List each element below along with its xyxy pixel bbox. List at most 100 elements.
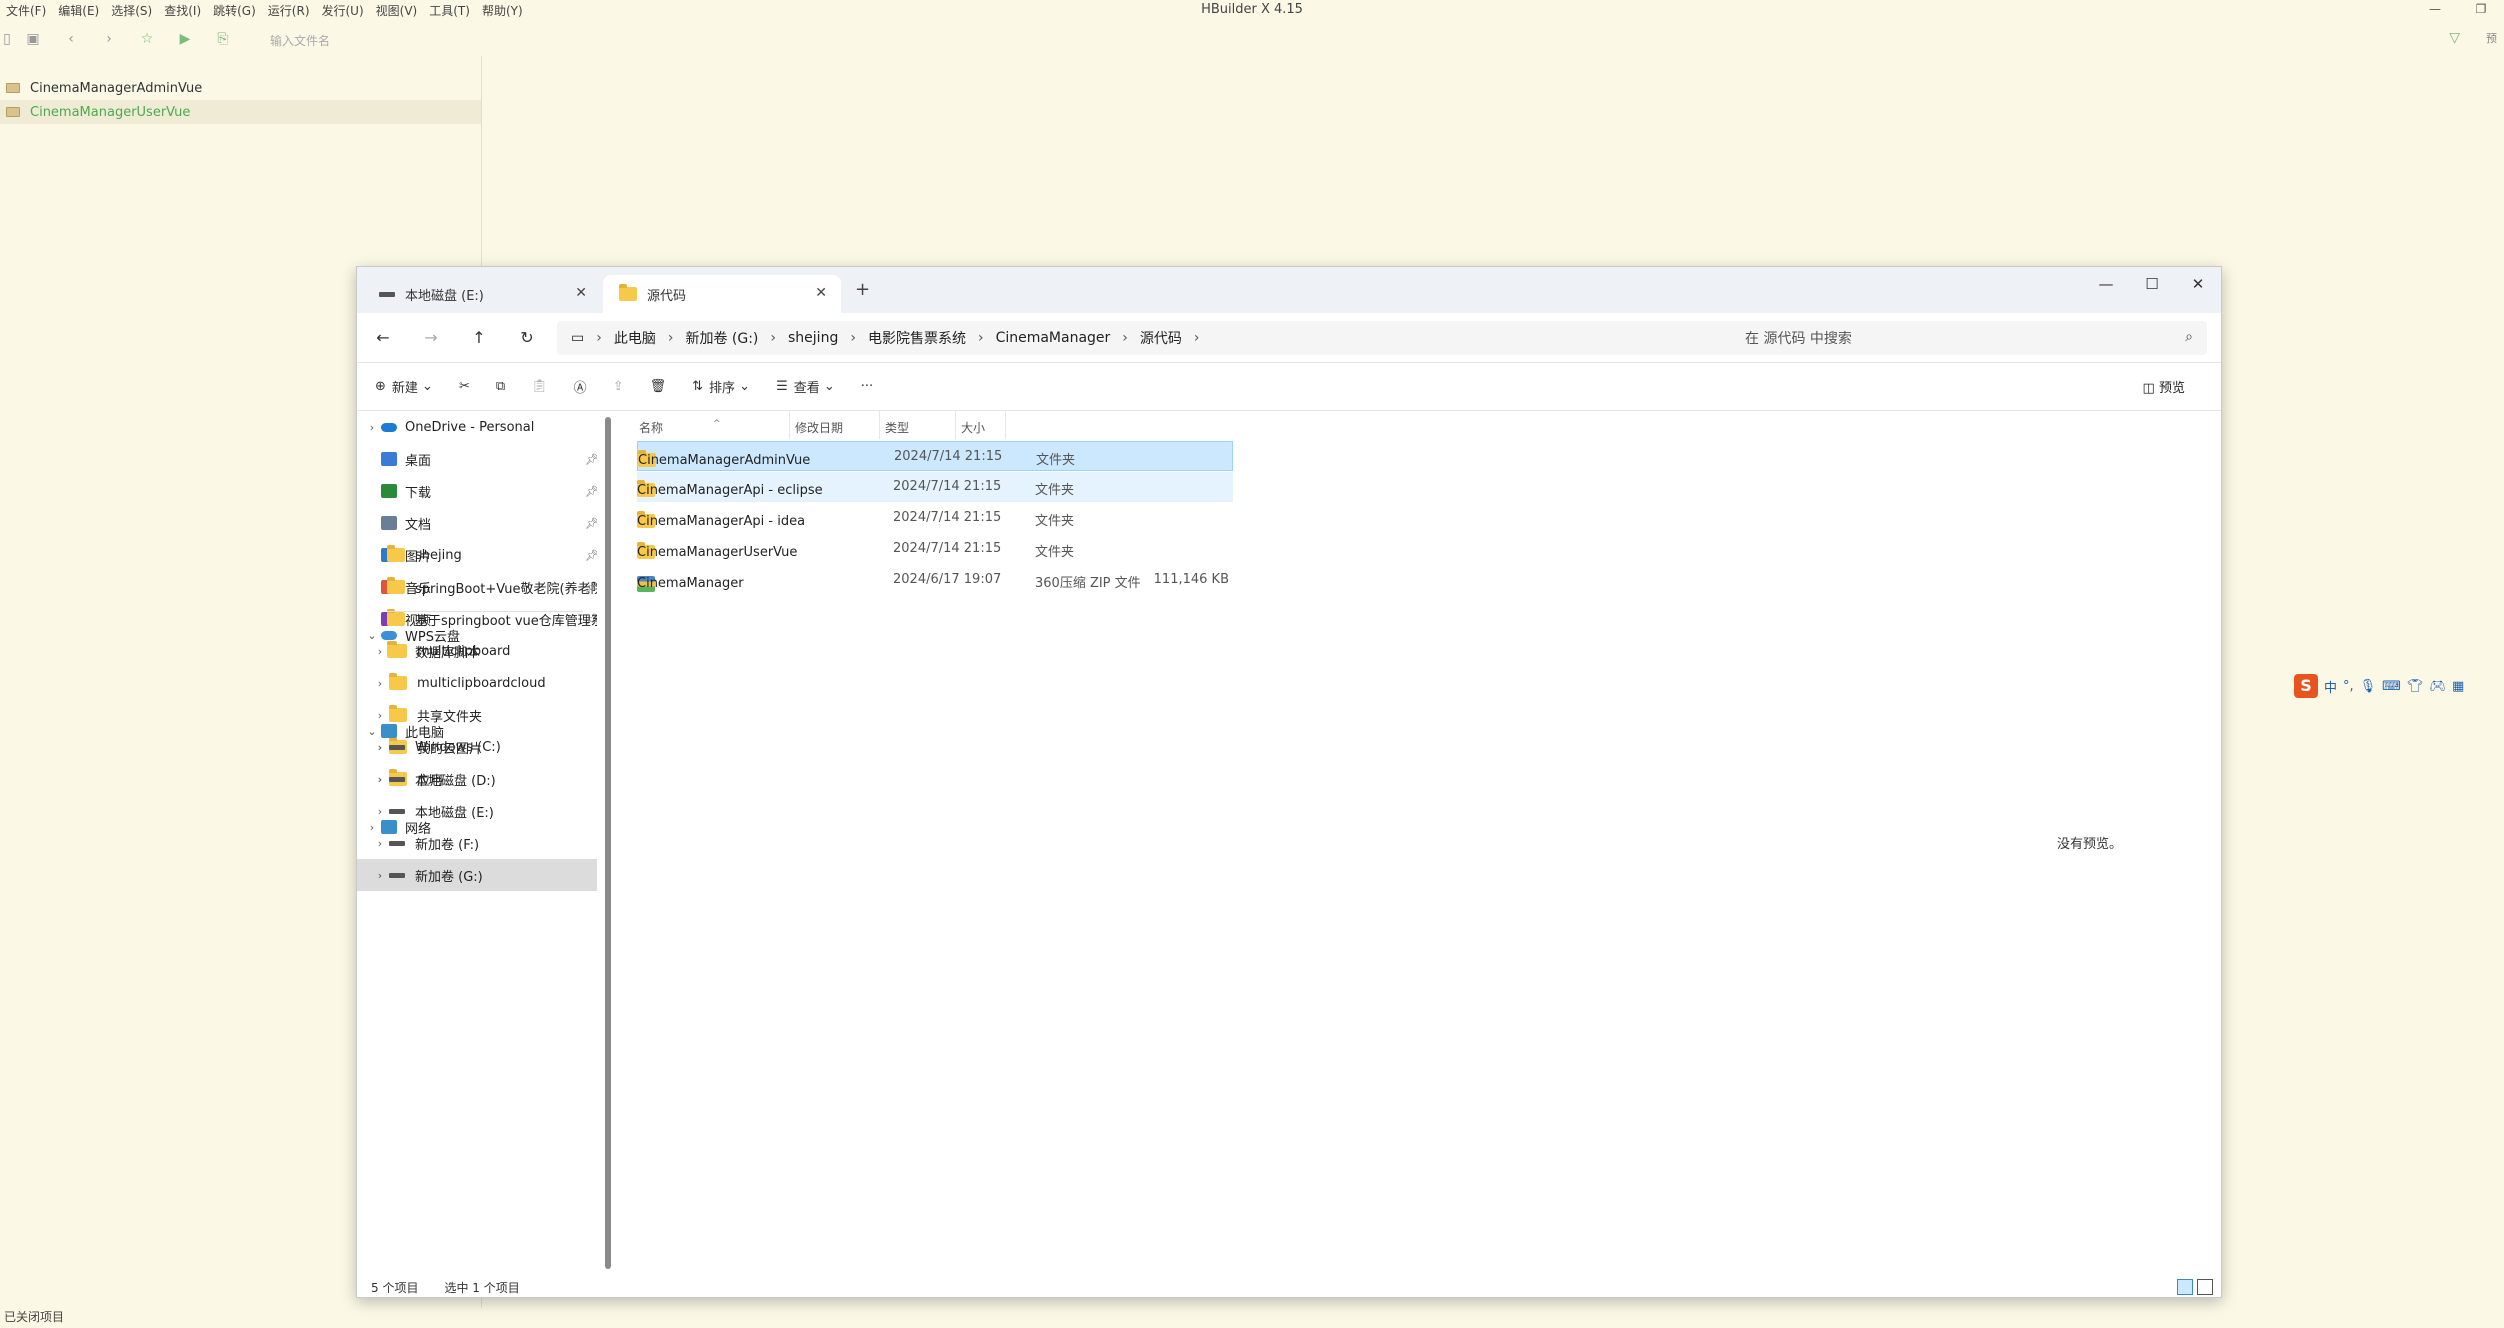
menu-item[interactable]: 跳转(G) (207, 0, 262, 22)
menu-item[interactable]: 编辑(E) (52, 0, 105, 22)
nav-folder-item[interactable]: springBoot+Vue敬老院(养老院)管 (387, 571, 597, 603)
new-file-icon[interactable]: ▯ (0, 31, 14, 47)
nav-quick-item[interactable]: 桌面 📌︎ (381, 443, 597, 475)
tab-local-disk-e[interactable]: 本地磁盘 (E:) ✕ (363, 275, 601, 313)
rename-icon[interactable]: Ⓐ (574, 377, 587, 396)
punctuation-icon[interactable]: °, (2343, 679, 2354, 694)
nav-drive-item[interactable]: › Windows (C:) (371, 731, 597, 763)
nav-onedrive[interactable]: › OneDrive - Personal (363, 411, 597, 443)
star-icon[interactable]: ☆ (128, 31, 166, 47)
breadcrumb-item[interactable]: 源代码 (1134, 328, 1188, 348)
forward-arrow-icon[interactable]: › (90, 31, 128, 47)
back-button[interactable]: ← (369, 325, 397, 351)
chevron-right-icon[interactable]: › (363, 821, 381, 834)
sort-button[interactable]: ⇅ 排序 ⌄ (692, 377, 750, 396)
chevron-right-icon[interactable]: › (371, 741, 389, 754)
menu-item[interactable]: 帮助(Y) (476, 0, 529, 22)
chevron-right-icon[interactable]: › (371, 677, 389, 690)
skin-icon[interactable]: 👕︎ (2407, 679, 2424, 694)
file-row[interactable]: CinemaManagerAdminVue 2024/7/14 21:15 文件夹 (637, 441, 1233, 471)
preview-button[interactable]: ◫ 预览 (2143, 377, 2185, 396)
file-row[interactable]: CinemaManagerUserVue 2024/7/14 21:15 文件夹 (637, 534, 1233, 564)
file-name-input[interactable]: 输入文件名 (270, 32, 330, 49)
paste-icon[interactable]: 📋︎ (531, 379, 548, 394)
column-type[interactable]: 类型 (885, 419, 909, 436)
save-icon[interactable]: ▣ (14, 31, 52, 47)
menu-item[interactable]: 工具(T) (423, 0, 476, 22)
new-tab-button[interactable]: + (855, 279, 870, 300)
view-button[interactable]: ☰ 查看 ⌄ (776, 377, 835, 396)
project-item[interactable]: CinemaManagerAdminVue (0, 76, 481, 100)
column-date[interactable]: 修改日期 (795, 419, 843, 436)
tab-source-code[interactable]: 源代码 ✕ (603, 275, 841, 313)
close-button[interactable]: ✕ (2175, 267, 2221, 303)
nav-network[interactable]: › 网络 (363, 811, 597, 843)
delete-icon[interactable]: 🗑︎ (650, 379, 667, 394)
menu-item[interactable]: 查找(I) (158, 0, 207, 22)
open-file-icon[interactable]: ⎘ (204, 31, 242, 47)
column-name[interactable]: 名称 (639, 419, 663, 436)
chevron-right-icon[interactable]: › (371, 645, 389, 658)
column-size[interactable]: 大小 (961, 419, 985, 436)
share-icon[interactable]: ⇪ (613, 379, 624, 394)
filter-icon[interactable]: ▽ (2449, 30, 2460, 46)
nav-drive-item[interactable]: › 新加卷 (G:) (357, 859, 597, 891)
forward-button[interactable]: → (417, 325, 445, 351)
microphone-icon[interactable]: 🎙︎ (2360, 679, 2377, 694)
file-row[interactable]: CinemaManager 2024/6/17 19:07 360压缩 ZIP 文件… (637, 565, 1233, 595)
nav-folder-item[interactable]: shejing (387, 539, 597, 571)
menu-item[interactable]: 视图(V) (370, 0, 424, 22)
details-view-icon[interactable] (2177, 1279, 2193, 1295)
drive-icon (389, 744, 405, 750)
chevron-right-icon[interactable]: › (371, 869, 389, 882)
nav-drive-item[interactable]: › 本地磁盘 (D:) (371, 763, 597, 795)
minimize-button[interactable]: — (2083, 267, 2129, 303)
sogou-logo-icon[interactable]: S (2294, 674, 2318, 698)
more-button[interactable]: ··· (861, 379, 873, 394)
search-input[interactable]: 在 源代码 中搜索 ⌕ (1731, 321, 2207, 355)
nav-quick-item[interactable]: 文档 📌︎ (381, 507, 597, 539)
menu-item[interactable]: 选择(S) (105, 0, 158, 22)
file-row[interactable]: CinemaManagerApi - idea 2024/7/14 21:15 文件… (637, 503, 1233, 533)
nav-wps-item[interactable]: › multiclipboard (371, 635, 597, 667)
breadcrumb-item[interactable]: shejing (782, 330, 844, 346)
computer-icon: ▭ (571, 330, 585, 346)
chevron-right-icon[interactable]: › (363, 421, 381, 434)
keyboard-icon[interactable]: ⌨ (2382, 679, 2401, 694)
file-size: 111,146 KB (1153, 572, 1229, 587)
breadcrumb-item[interactable]: CinemaManager (990, 330, 1117, 346)
close-icon[interactable]: ✕ (575, 285, 587, 301)
file-row[interactable]: CinemaManagerApi - eclipse 2024/7/14 21:1… (637, 472, 1233, 502)
nav-label: 本地磁盘 (D:) (415, 773, 496, 789)
minimize-button[interactable]: — (2412, 0, 2458, 20)
chevron-right-icon[interactable]: › (371, 773, 389, 786)
drive-icon (379, 291, 395, 297)
tiles-view-icon[interactable] (2197, 1279, 2213, 1295)
breadcrumb-item[interactable]: 电影院售票系统 (862, 328, 972, 348)
apps-icon[interactable]: ▦ (2452, 679, 2464, 694)
close-icon[interactable]: ✕ (815, 285, 827, 301)
menu-item[interactable]: 运行(R) (262, 0, 316, 22)
cut-icon[interactable]: ✂ (459, 379, 470, 394)
ime-language[interactable]: 中 (2324, 677, 2337, 696)
nav-quick-item[interactable]: 下载 📌︎ (381, 475, 597, 507)
menu-item[interactable]: 发行(U) (316, 0, 370, 22)
menu-item[interactable]: 文件(F) (0, 0, 52, 22)
nav-scrollbar[interactable] (603, 411, 613, 1281)
breadcrumb-item[interactable]: 新加卷 (G:) (679, 328, 764, 348)
run-icon[interactable]: ▶ (166, 31, 204, 47)
maximize-button[interactable]: ☐ (2129, 267, 2175, 303)
preview-tab-edge[interactable]: 预 (2486, 30, 2504, 46)
new-button[interactable]: ⊕ 新建 ⌄ (375, 377, 433, 396)
project-item[interactable]: CinemaManagerUserVue (0, 100, 481, 124)
file-name: CinemaManagerApi - idea (637, 514, 806, 529)
back-arrow-icon[interactable]: ‹ (52, 31, 90, 47)
refresh-button[interactable]: ↻ (513, 325, 541, 351)
up-button[interactable]: ↑ (465, 325, 493, 351)
breadcrumb-item[interactable]: 此电脑 (608, 328, 662, 348)
game-icon[interactable]: 🎮︎ (2429, 679, 2446, 694)
copy-icon[interactable]: ⧉ (496, 379, 505, 394)
restore-button[interactable]: ❐ (2458, 0, 2504, 20)
folder-icon (387, 545, 405, 562)
nav-wps-item[interactable]: › multiclipboardcloud (371, 667, 597, 699)
